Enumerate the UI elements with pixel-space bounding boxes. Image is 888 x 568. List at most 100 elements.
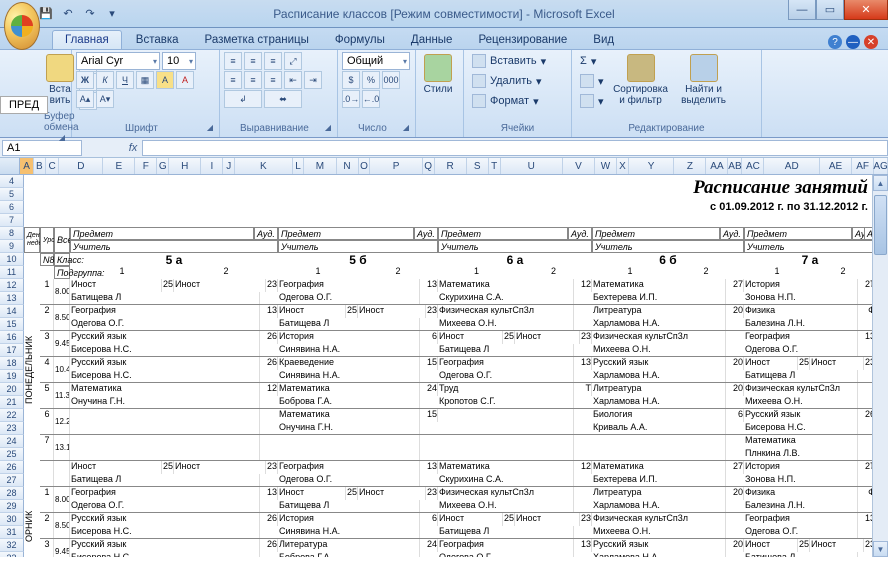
column-header[interactable]: AE bbox=[820, 158, 852, 174]
sort-filter-button[interactable]: Сортировка и фильтр bbox=[611, 52, 671, 108]
cell[interactable]: Русский язык bbox=[70, 513, 260, 526]
cell[interactable]: Иност bbox=[515, 331, 580, 344]
scroll-thumb[interactable] bbox=[874, 195, 887, 255]
cell[interactable]: Математика bbox=[70, 383, 260, 396]
cell[interactable]: География bbox=[278, 279, 420, 292]
cell[interactable]: Физическая культСп3л bbox=[744, 383, 858, 396]
tab-review[interactable]: Рецензирование bbox=[466, 31, 579, 49]
cell[interactable]: 2 bbox=[358, 266, 438, 279]
cell[interactable]: Иност bbox=[70, 461, 162, 474]
row-header[interactable]: 19 bbox=[0, 370, 24, 383]
tab-view[interactable]: Вид bbox=[581, 31, 626, 49]
cell[interactable]: Физическая культСп3л bbox=[438, 305, 574, 318]
cell[interactable]: 2 bbox=[40, 305, 54, 331]
cell[interactable]: География bbox=[278, 461, 420, 474]
cell[interactable]: Математика bbox=[744, 435, 858, 448]
row-header[interactable]: 28 bbox=[0, 487, 24, 500]
column-header[interactable]: X bbox=[617, 158, 629, 174]
cell[interactable]: 6 bbox=[420, 513, 438, 526]
cell[interactable]: 1 bbox=[40, 487, 54, 513]
cell[interactable]: 26 bbox=[260, 513, 278, 526]
cell[interactable]: Иност bbox=[70, 279, 162, 292]
column-header[interactable]: F bbox=[135, 158, 157, 174]
column-header[interactable]: R bbox=[435, 158, 467, 174]
cell[interactable]: 3 bbox=[40, 331, 54, 357]
cell[interactable]: Труд bbox=[438, 383, 574, 396]
cell[interactable]: Иност bbox=[515, 513, 580, 526]
cell[interactable]: Предмет bbox=[744, 227, 852, 240]
scroll-up-icon[interactable]: ▲ bbox=[873, 175, 888, 191]
cell[interactable]: 12 bbox=[574, 279, 592, 292]
cell[interactable]: 15 bbox=[420, 409, 438, 422]
cell[interactable]: Ауд. bbox=[568, 227, 592, 240]
cell[interactable]: Иност bbox=[810, 357, 864, 370]
cell[interactable]: 25 bbox=[346, 487, 358, 500]
undo-icon[interactable]: ↶ bbox=[58, 4, 78, 24]
cell[interactable]: ПОНЕДЕЛЬНИК bbox=[24, 279, 38, 461]
column-header[interactable]: L bbox=[293, 158, 305, 174]
cell[interactable]: 1 bbox=[278, 266, 358, 279]
cell[interactable]: 11.35-12.15 bbox=[54, 383, 70, 409]
cell[interactable]: География bbox=[70, 305, 260, 318]
column-header[interactable]: B bbox=[34, 158, 46, 174]
worksheet-grid[interactable]: 4567891011121314151617181920212223242526… bbox=[0, 175, 888, 557]
cell[interactable]: 6 bbox=[420, 331, 438, 344]
row-header[interactable]: 12 bbox=[0, 279, 24, 292]
cell[interactable]: Математика bbox=[278, 383, 420, 396]
cell[interactable]: 6 б bbox=[592, 253, 744, 266]
redo-icon[interactable]: ↷ bbox=[80, 4, 100, 24]
cell[interactable] bbox=[278, 435, 420, 448]
close-button[interactable]: ✕ bbox=[844, 0, 888, 20]
formula-input[interactable] bbox=[142, 140, 888, 156]
cell[interactable] bbox=[592, 435, 726, 448]
cell[interactable]: 2 bbox=[515, 266, 592, 279]
cell[interactable] bbox=[438, 435, 574, 448]
cell[interactable]: История bbox=[278, 331, 420, 344]
cell[interactable]: Русский язык bbox=[70, 331, 260, 344]
row-header[interactable]: 7 bbox=[0, 214, 24, 227]
cell[interactable]: Всемя bbox=[54, 227, 70, 253]
row-header[interactable]: 9 bbox=[0, 240, 24, 253]
cell[interactable]: Т bbox=[574, 383, 592, 396]
cell[interactable]: Батищева Л bbox=[744, 552, 858, 557]
align-top-icon[interactable]: ≡ bbox=[224, 52, 242, 70]
cell[interactable]: 13 bbox=[420, 279, 438, 292]
cell[interactable]: Предмет bbox=[438, 227, 568, 240]
cell[interactable]: 24 bbox=[420, 383, 438, 396]
cell[interactable] bbox=[70, 409, 260, 422]
cell[interactable]: 1 bbox=[744, 266, 810, 279]
cell[interactable]: 13 bbox=[260, 305, 278, 318]
cell[interactable]: Краеведение bbox=[278, 357, 420, 370]
cell[interactable]: Учитель bbox=[592, 240, 744, 253]
cell[interactable]: 13 bbox=[260, 487, 278, 500]
cell[interactable]: Русский язык bbox=[592, 539, 726, 552]
row-header[interactable]: 11 bbox=[0, 266, 24, 279]
cell[interactable]: Биология bbox=[592, 409, 726, 422]
cell[interactable]: 25 bbox=[798, 357, 810, 370]
cell[interactable]: Боброва Г.А. bbox=[278, 552, 420, 557]
cell[interactable]: 9.45-10.25 bbox=[54, 331, 70, 357]
insert-cells-button[interactable]: Вставить ▾ bbox=[468, 52, 550, 70]
cell[interactable]: География bbox=[70, 487, 260, 500]
cell[interactable]: 2 bbox=[668, 266, 744, 279]
column-header[interactable]: AF bbox=[852, 158, 874, 174]
cell[interactable]: Предмет bbox=[278, 227, 414, 240]
row-header[interactable]: 15 bbox=[0, 318, 24, 331]
qat-dropdown-icon[interactable]: ▾ bbox=[102, 4, 122, 24]
cell[interactable]: 8.00-8.40 bbox=[54, 279, 70, 305]
row-header[interactable]: 21 bbox=[0, 396, 24, 409]
cell[interactable]: Русский язык bbox=[744, 409, 858, 422]
vertical-scrollbar[interactable]: ▲ ▼ bbox=[872, 175, 888, 557]
column-header[interactable]: Z bbox=[674, 158, 706, 174]
cell[interactable]: Иност bbox=[174, 279, 266, 292]
currency-icon[interactable]: $ bbox=[342, 71, 360, 89]
cell[interactable]: Урок bbox=[40, 227, 54, 253]
column-header[interactable]: N bbox=[337, 158, 359, 174]
cell[interactable]: География bbox=[438, 539, 574, 552]
align-center-icon[interactable]: ≡ bbox=[244, 71, 262, 89]
row-header[interactable]: 13 bbox=[0, 292, 24, 305]
cell[interactable]: 1 bbox=[592, 266, 668, 279]
cell[interactable]: 23 bbox=[580, 331, 592, 344]
column-header[interactable]: S bbox=[467, 158, 489, 174]
cell[interactable]: 20 bbox=[726, 383, 744, 396]
